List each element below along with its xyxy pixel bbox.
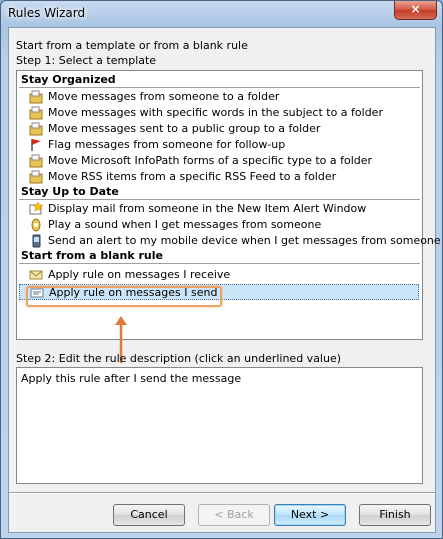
close-button[interactable]: × — [394, 1, 437, 20]
group-divider — [19, 87, 420, 88]
cancel-button[interactable]: Cancel — [113, 504, 185, 526]
flag-icon — [31, 139, 41, 151]
title-bar[interactable]: Rules Wizard × — [1, 1, 442, 27]
envelope-icon — [29, 270, 43, 280]
template-item-label: Move RSS items from a specific RSS Feed … — [48, 170, 337, 183]
alert-window-icon — [29, 202, 43, 215]
move-to-folder-icon — [29, 170, 43, 184]
rules-wizard-window: Rules Wizard × Start from a template or … — [0, 0, 443, 539]
template-item-label: Move Microsoft InfoPath forms of a speci… — [48, 154, 373, 167]
move-to-folder-icon — [29, 122, 43, 136]
window-title: Rules Wizard — [8, 6, 86, 20]
template-item-label: Play a sound when I get messages from so… — [48, 218, 322, 231]
step1-label: Step 1: Select a template — [16, 54, 157, 67]
move-to-folder-icon — [29, 90, 43, 104]
finish-button[interactable]: Finish — [359, 504, 431, 526]
button-separator — [9, 492, 435, 494]
template-item-label: Send an alert to my mobile device when I… — [48, 234, 441, 247]
move-to-folder-icon — [29, 154, 43, 168]
rule-description-box[interactable]: Apply this rule after I send the message — [16, 367, 423, 484]
template-item-label: Move messages from someone to a folder — [48, 90, 280, 103]
move-to-folder-icon — [29, 106, 43, 120]
template-item-label: Display mail from someone in the New Ite… — [48, 202, 367, 215]
group-header-stay-up-to-date: Stay Up to Date — [21, 185, 119, 198]
back-button[interactable]: < Back — [198, 504, 270, 526]
group-divider — [19, 199, 420, 200]
wizard-client-area: Start from a template or from a blank ru… — [8, 27, 441, 533]
annotation-highlight-box — [26, 286, 222, 307]
intro-text: Start from a template or from a blank ru… — [16, 39, 248, 52]
template-item-label: Flag messages from someone for follow-up — [48, 138, 286, 151]
sound-icon — [31, 218, 41, 232]
group-header-blank-rule: Start from a blank rule — [21, 249, 163, 262]
mobile-device-icon — [32, 234, 41, 248]
rule-description-text: Apply this rule after I send the message — [21, 372, 242, 385]
next-button[interactable]: Next > — [274, 504, 346, 526]
group-header-stay-organized: Stay Organized — [21, 73, 116, 86]
group-divider — [19, 263, 420, 264]
step2-label: Step 2: Edit the rule description (click… — [16, 352, 342, 365]
template-item-label: Move messages sent to a public group to … — [48, 122, 321, 135]
template-item-label: Apply rule on messages I receive — [48, 268, 231, 281]
template-item-label: Move messages with specific words in the… — [48, 106, 383, 119]
